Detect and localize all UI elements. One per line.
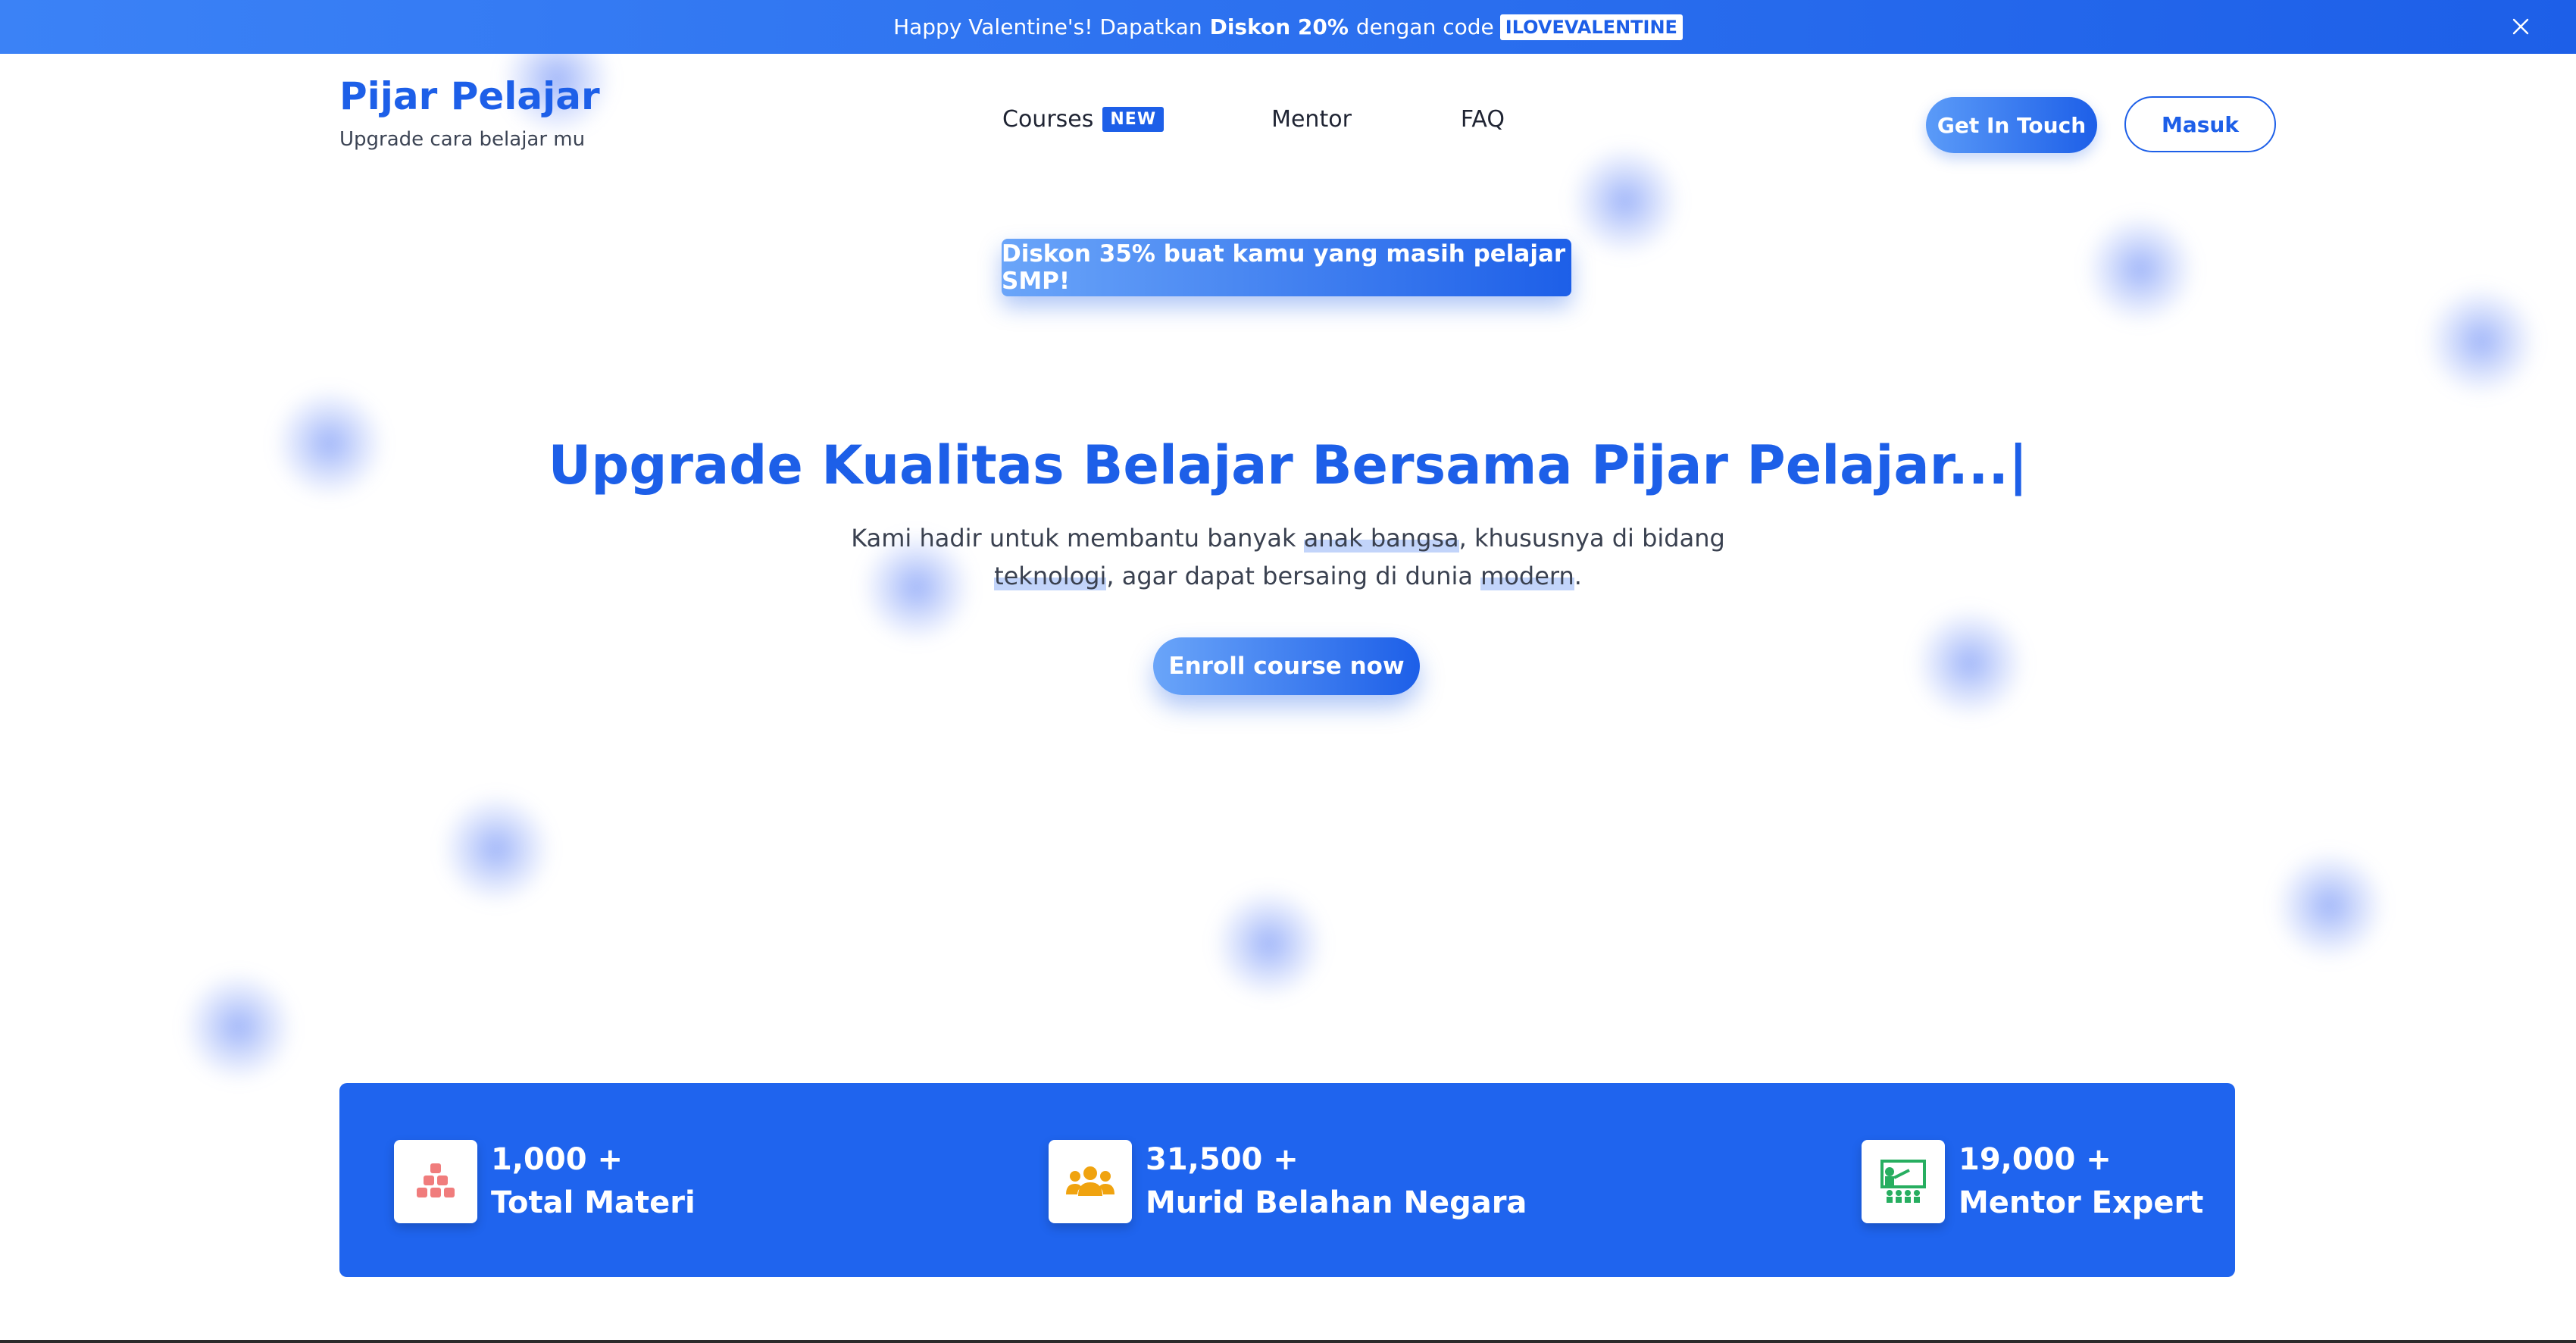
stat-mentor: 19,000 + Mentor Expert: [1862, 1138, 2203, 1225]
decor-blob: [2424, 284, 2538, 398]
brand-title: Pijar Pelajar: [339, 74, 600, 118]
enroll-course-button[interactable]: Enroll course now: [1153, 637, 1420, 695]
stat-value: 1,000 +: [491, 1142, 623, 1177]
stats-panel: 1,000 + Total Materi 31,500 + Murid Bela…: [339, 1083, 2235, 1277]
nav-mentor[interactable]: Mentor: [1271, 106, 1352, 133]
promo-text-after: dengan code: [1355, 14, 1494, 39]
nav-faq[interactable]: FAQ: [1461, 106, 1505, 133]
promo-banner: Happy Valentine's! Dapatkan Diskon 20% d…: [0, 0, 2576, 54]
stat-label: Total Materi: [491, 1185, 696, 1220]
hero-title: Upgrade Kualitas Belajar Bersama Pijar P…: [548, 434, 2028, 496]
decor-blob: [1568, 144, 1682, 258]
promo-discount: Diskon 20%: [1209, 14, 1349, 39]
decor-blob: [1913, 606, 2027, 720]
promo-code: ILOVEVALENTINE: [1499, 14, 1683, 40]
decor-blob: [1212, 887, 1326, 1000]
new-badge: NEW: [1102, 107, 1165, 132]
decor-blob: [2273, 849, 2387, 963]
brand[interactable]: Pijar Pelajar Upgrade cara belajar mu: [339, 74, 600, 152]
nav-courses-label: Courses: [1002, 106, 1094, 133]
hero-highlight: modern: [1480, 562, 1574, 590]
hero-desc-text: .: [1574, 562, 1582, 590]
close-icon[interactable]: [2508, 14, 2534, 39]
login-button[interactable]: Masuk: [2124, 96, 2276, 152]
decor-blob: [439, 792, 553, 906]
hero-highlight: anak bangsa: [1303, 524, 1459, 553]
page-bottom-border: [0, 1340, 2576, 1343]
promo-text: Happy Valentine's! Dapatkan: [893, 14, 1202, 39]
stat-label: Murid Belahan Negara: [1146, 1185, 1527, 1220]
hero-desc-text: Kami hadir untuk membantu banyak: [851, 524, 1296, 553]
stat-murid: 31,500 + Murid Belahan Negara: [1049, 1138, 1527, 1225]
hero-desc-text: , agar dapat bersaing di dunia: [1106, 562, 1473, 590]
get-in-touch-button[interactable]: Get In Touch: [1926, 97, 2097, 153]
nav-courses[interactable]: Courses NEW: [1002, 106, 1165, 133]
discount-banner: Diskon 35% buat kamu yang masih pelajar …: [1002, 239, 1571, 296]
hero-highlight: teknologi: [994, 562, 1107, 590]
hero-desc-text: , khususnya di bidang: [1458, 524, 1725, 553]
decor-blob: [182, 970, 295, 1084]
decor-blob: [2084, 212, 2197, 326]
group-icon: [1049, 1140, 1132, 1223]
blocks-icon: [394, 1140, 477, 1223]
stat-value: 19,000 +: [1959, 1142, 2112, 1177]
main-nav: Courses NEW Mentor FAQ: [1002, 106, 1505, 133]
brand-subtitle: Upgrade cara belajar mu: [339, 128, 586, 151]
stat-total-materi: 1,000 + Total Materi: [394, 1138, 696, 1225]
stat-value: 31,500 +: [1146, 1142, 1299, 1177]
teacher-board-icon: [1862, 1140, 1945, 1223]
stat-label: Mentor Expert: [1959, 1185, 2204, 1220]
hero-description: Kami hadir untuk membantu banyak anak ba…: [833, 519, 1743, 595]
